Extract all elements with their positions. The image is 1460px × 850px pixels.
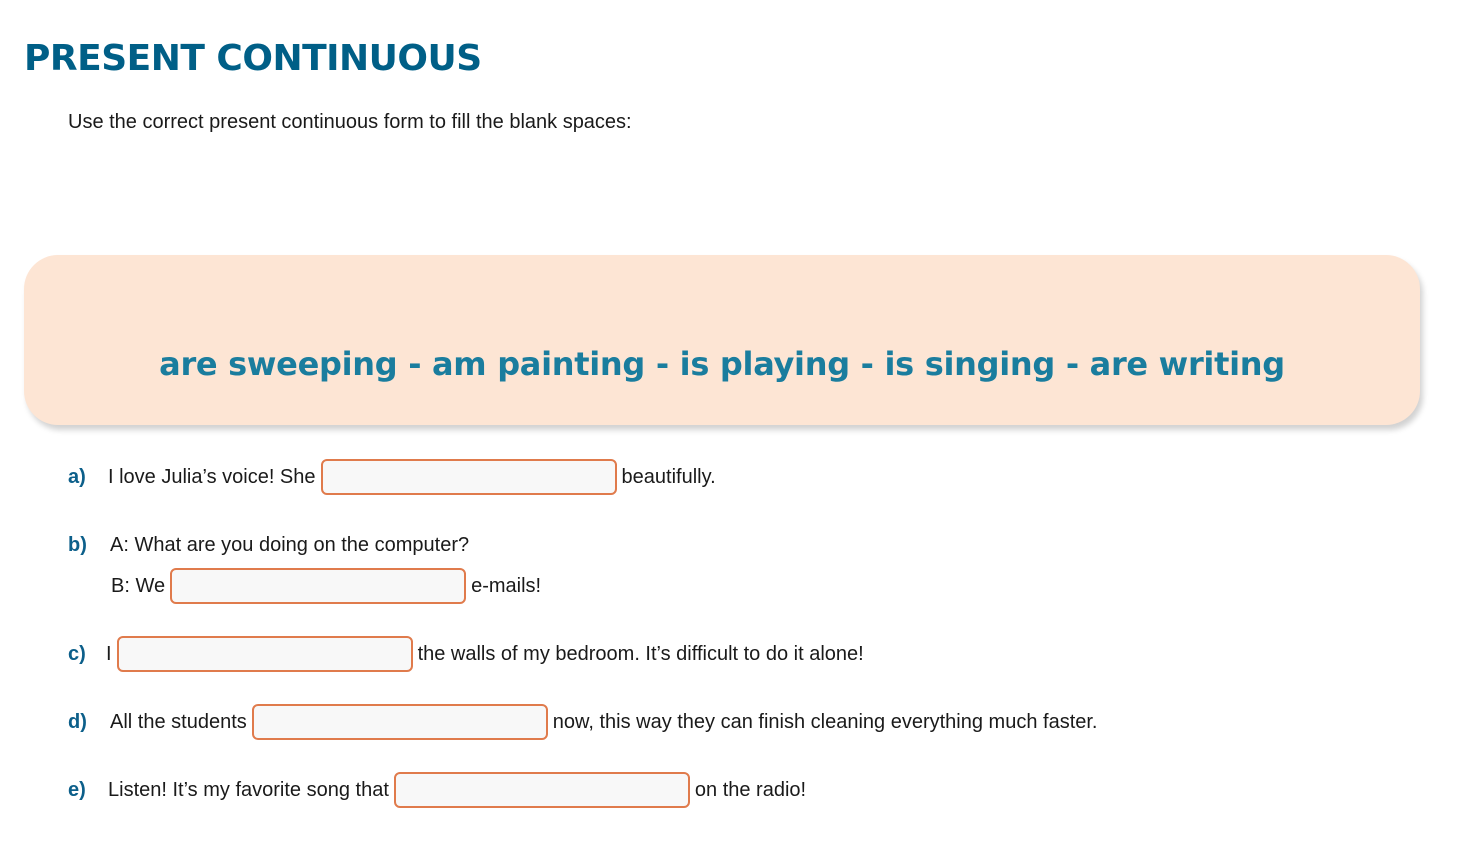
exercise-c-text-before: I (106, 642, 112, 665)
page-title: PRESENT CONTINUOUS (24, 38, 482, 79)
exercise-d-letter: d) (68, 710, 87, 733)
exercise-b-question-row: b) A: What are you doing on the computer… (68, 527, 469, 563)
exercise-d-blank-input[interactable] (251, 704, 548, 740)
exercise-b-question: A: What are you doing on the computer? (110, 533, 470, 556)
exercise-b: B: We e-mails! (111, 568, 541, 604)
exercise-d: d) All the students now, this way they c… (68, 704, 1098, 740)
exercise-e-letter: e) (68, 778, 86, 801)
exercise-b-letter: b) (68, 533, 87, 556)
exercise-d-text-after: now, this way they can finish cleaning e… (552, 710, 1098, 733)
word-bank-text: are sweeping - am painting - is playing … (159, 345, 1285, 383)
instruction-text: Use the correct present continuous form … (68, 111, 632, 133)
exercise-b-blank-input[interactable] (170, 568, 467, 604)
exercise-a-text-before: I love Julia’s voice! She (108, 465, 316, 488)
exercise-c-text-after: the walls of my bedroom. It’s difficult … (417, 642, 864, 665)
exercise-a: a) I love Julia’s voice! She beautifully… (68, 459, 716, 495)
exercise-a-text-after: beautifully. (621, 465, 716, 488)
exercise-e-text-after: on the radio! (694, 778, 807, 801)
exercise-b-text-before: B: We (111, 574, 166, 597)
exercise-c-blank-input[interactable] (116, 636, 413, 672)
word-bank-box: are sweeping - am painting - is playing … (24, 255, 1420, 425)
exercise-a-letter: a) (68, 465, 86, 488)
exercise-b-text-after: e-mails! (471, 574, 542, 597)
exercise-d-text-before: All the students (110, 710, 247, 733)
exercise-e-text-before: Listen! It’s my favorite song that (108, 778, 389, 801)
exercise-e: e) Listen! It’s my favorite song that on… (68, 772, 806, 808)
exercise-a-blank-input[interactable] (320, 459, 617, 495)
exercise-c: c) I the walls of my bedroom. It’s diffi… (68, 636, 864, 672)
exercise-c-letter: c) (68, 642, 86, 665)
exercise-e-blank-input[interactable] (393, 772, 690, 808)
